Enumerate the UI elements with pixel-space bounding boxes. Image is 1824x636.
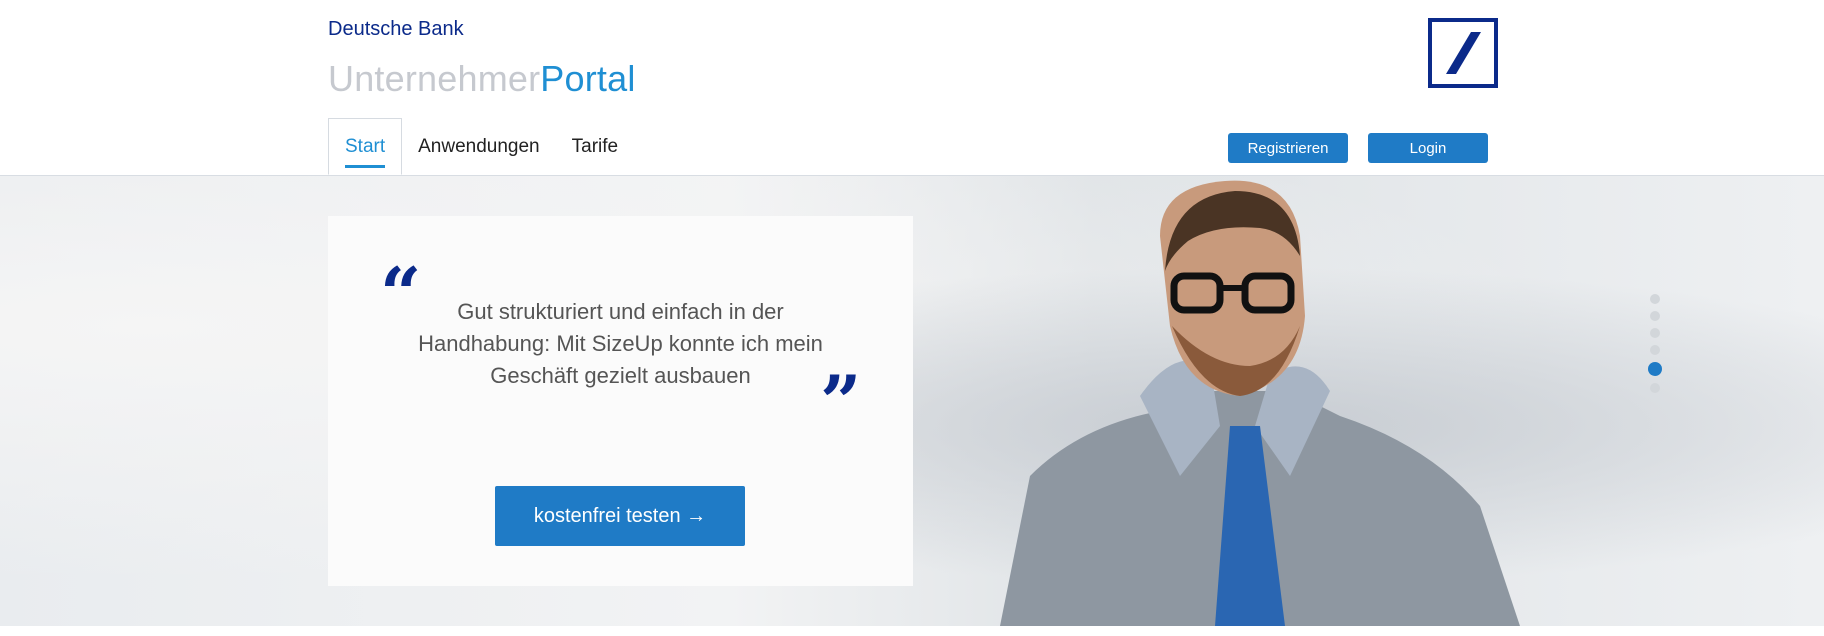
hero-banner: “ Gut strukturiert und einfach in der Ha… xyxy=(0,176,1824,626)
portal-title-part1: Unternehmer xyxy=(328,58,541,99)
carousel-dot[interactable] xyxy=(1650,383,1660,393)
site-header: Deutsche Bank UnternehmerPortal Start An… xyxy=(0,0,1824,176)
testimonial-card: “ Gut strukturiert und einfach in der Ha… xyxy=(328,216,913,586)
portal-title-part2: Portal xyxy=(540,58,636,99)
hero-photo-person xyxy=(1000,180,1520,626)
quote-close-icon: ” xyxy=(820,359,862,444)
bank-name: Deutsche Bank xyxy=(328,18,464,40)
carousel-dot[interactable] xyxy=(1650,345,1660,355)
try-free-button[interactable]: kostenfrei testen → xyxy=(495,486,745,546)
register-button[interactable]: Registrieren xyxy=(1228,133,1348,163)
carousel-dot[interactable] xyxy=(1650,294,1660,304)
login-button[interactable]: Login xyxy=(1368,133,1488,163)
carousel-dot[interactable] xyxy=(1650,328,1660,338)
carousel-indicators xyxy=(1648,294,1662,400)
tab-tarife[interactable]: Tarife xyxy=(556,118,634,175)
portal-title: UnternehmerPortal xyxy=(328,58,636,100)
tab-anwendungen[interactable]: Anwendungen xyxy=(402,118,556,175)
deutsche-bank-logo-icon[interactable] xyxy=(1428,18,1498,88)
main-nav: Start Anwendungen Tarife xyxy=(328,118,634,176)
tab-start[interactable]: Start xyxy=(328,118,403,175)
carousel-dot-active[interactable] xyxy=(1648,362,1662,376)
carousel-dot[interactable] xyxy=(1650,311,1660,321)
testimonial-quote: Gut strukturiert und einfach in der Hand… xyxy=(418,299,823,388)
